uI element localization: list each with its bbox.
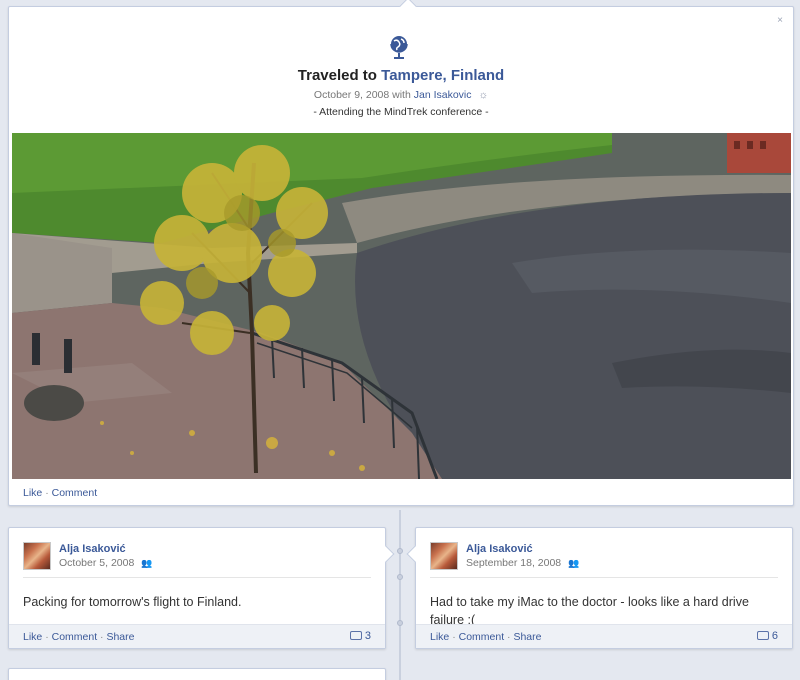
tagged-person-link[interactable]: Jan Isakovic [414,89,472,101]
avatar[interactable] [430,542,458,570]
comment-count[interactable]: 3 [349,630,371,642]
like-link[interactable]: Like [430,631,449,643]
comment-bubble-icon [756,631,769,640]
globe-icon [390,36,408,59]
post-date[interactable]: October 5, 2008 [59,557,134,569]
story-title: Traveled to Tampere, Finland [9,67,793,84]
place-link[interactable]: Tampere, Finland [381,67,504,84]
timeline-dot [397,548,403,554]
comment-bubble-icon [349,631,362,640]
story-date: October 9, 2008 with [313,89,411,101]
travel-story-card: × Traveled to Tampere, Finland October 9… [8,0,794,506]
story-actions: Like · Comment [23,487,97,499]
separator: · [45,631,49,643]
separator: · [452,631,456,643]
post-card: Alja Isaković October 5, 2008 👥 Packing … [8,527,395,649]
post-actions: Like · Comment · Share 3 [9,624,385,648]
timeline-spine [399,510,401,680]
gear-icon[interactable]: ☼ [478,89,488,101]
timeline-pointer [377,545,395,563]
separator: · [100,631,104,643]
separator: · [45,487,49,499]
post-actions: Like · Comment · Share 6 [416,624,792,648]
title-prefix: Traveled to [297,67,377,84]
comment-link[interactable]: Comment [52,487,98,499]
author-link[interactable]: Alja Isaković [59,543,126,555]
post-card-partial [8,668,386,680]
comment-link[interactable]: Comment [52,631,98,643]
post-date-line: October 5, 2008 👥 [59,557,152,569]
post-text: Packing for tomorrow's flight to Finland… [23,595,242,609]
share-link[interactable]: Share [106,631,134,643]
divider [430,577,778,578]
travel-photo[interactable] [12,133,791,479]
avatar[interactable] [23,542,51,570]
post-date-line: September 18, 2008 👥 [466,557,579,569]
post-date[interactable]: September 18, 2008 [466,557,561,569]
divider [23,577,371,578]
like-link[interactable]: Like [23,631,42,643]
story-caption: - Attending the MindTrek conference - [313,106,489,118]
comment-count-value: 6 [771,630,778,642]
timeline-dot [397,574,403,580]
friends-icon[interactable]: 👥 [141,558,152,568]
author-link[interactable]: Alja Isaković [466,543,533,555]
friends-icon[interactable]: 👥 [568,558,579,568]
comment-count-value: 3 [364,630,371,642]
close-icon[interactable]: × [777,15,783,26]
like-link[interactable]: Like [23,487,42,499]
post-card: Alja Isaković September 18, 2008 👥 Had t… [406,527,793,649]
timeline-pointer [406,545,424,563]
timeline-dot [397,620,403,626]
timeline-notch [399,0,417,15]
separator: · [507,631,511,643]
story-meta: October 9, 2008 with Jan Isakovic ☼ [9,89,793,101]
comment-count[interactable]: 6 [756,630,778,642]
comment-link[interactable]: Comment [459,631,505,643]
share-link[interactable]: Share [513,631,541,643]
